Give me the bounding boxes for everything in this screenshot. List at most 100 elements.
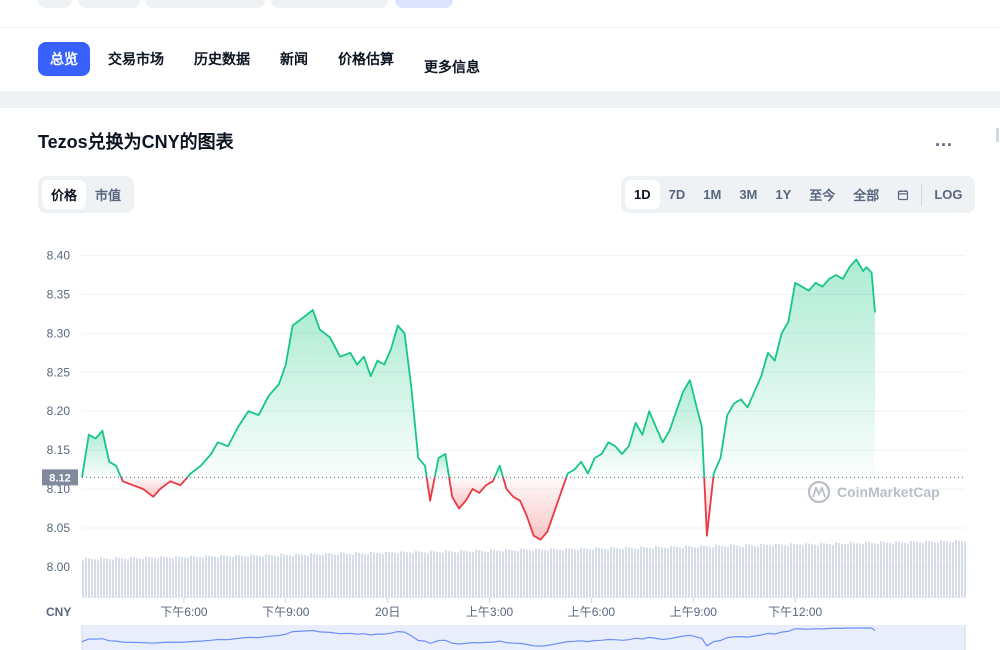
- volume-bar: [496, 550, 498, 598]
- y-tick-label: 8.40: [47, 249, 71, 263]
- range-1m[interactable]: 1M: [694, 180, 730, 209]
- volume-bar: [370, 551, 372, 598]
- volume-bar: [409, 552, 411, 598]
- volume-bar: [895, 541, 897, 598]
- price-line-up: [186, 309, 428, 478]
- navigator-line: [81, 627, 876, 647]
- x-tick-label: 下午6:00: [160, 605, 208, 619]
- volume-bar: [232, 557, 234, 598]
- volume-bar: [526, 549, 528, 598]
- volume-bar: [727, 547, 729, 598]
- volume-bar: [460, 550, 462, 598]
- volume-bar: [673, 546, 675, 598]
- volume-bar: [412, 553, 414, 598]
- volume-bar: [955, 540, 957, 598]
- volume-bar: [715, 544, 717, 598]
- volume-bar: [628, 547, 630, 598]
- volume-bar: [280, 553, 282, 598]
- volume-bar: [643, 546, 645, 598]
- toggle-price[interactable]: 价格: [42, 180, 87, 209]
- volume-bar: [391, 552, 393, 598]
- volume-bar: [493, 550, 495, 598]
- volume-bar: [139, 558, 141, 598]
- volume-bar: [229, 556, 231, 598]
- log-scale-toggle[interactable]: LOG: [925, 180, 971, 209]
- volume-bar: [520, 548, 522, 598]
- volume-bar: [268, 554, 270, 598]
- volume-bar: [85, 557, 87, 598]
- volume-bar: [187, 558, 189, 598]
- volume-bar: [154, 558, 156, 598]
- range-navigator: [81, 625, 966, 650]
- tab-price-estimate[interactable]: 价格估算: [326, 42, 406, 76]
- volume-bar: [277, 556, 279, 598]
- toggle-market-cap[interactable]: 市值: [86, 180, 130, 209]
- volume-bar: [175, 555, 177, 598]
- volume-bar: [244, 556, 246, 598]
- volume-bar: [430, 550, 432, 598]
- volume-bar: [415, 551, 417, 598]
- volume-bar: [733, 545, 735, 598]
- volume-bar: [601, 548, 603, 598]
- x-tick-label: 下午12:00: [768, 605, 822, 619]
- volume-bar: [337, 555, 339, 598]
- volume-bar: [397, 553, 399, 598]
- volume-bar: [679, 547, 681, 598]
- volume-bar: [307, 555, 309, 598]
- volume-bar: [286, 554, 288, 598]
- volume-bar: [874, 543, 876, 598]
- tab-markets[interactable]: 交易市场: [96, 42, 176, 76]
- volume-bar: [901, 542, 903, 598]
- calendar-button[interactable]: [888, 180, 918, 209]
- volume-bar: [580, 547, 582, 598]
- y-tick-label: 8.25: [47, 365, 71, 379]
- tab-overview[interactable]: 总览: [38, 42, 90, 76]
- volume-bar: [898, 541, 900, 598]
- volume-bar: [325, 552, 327, 598]
- volume-bar: [790, 543, 792, 598]
- price-line-up: [493, 464, 504, 478]
- volume-bar: [676, 546, 678, 598]
- range-7d[interactable]: 7D: [660, 180, 695, 209]
- volume-bar: [355, 552, 357, 598]
- volume-bar: [802, 545, 804, 598]
- volume-bar: [103, 557, 105, 598]
- volume-bar: [469, 551, 471, 598]
- price-line-down: [120, 476, 188, 498]
- volume-bar: [877, 543, 879, 598]
- volume-bar: [961, 541, 963, 598]
- volume-bar: [481, 550, 483, 598]
- volume-bar: [619, 548, 621, 598]
- volume-bar: [535, 548, 537, 598]
- watermark-text: CoinMarketCap: [837, 484, 940, 500]
- volume-bar: [907, 543, 909, 598]
- volume-bar: [472, 552, 474, 598]
- more-options-button[interactable]: ...: [935, 130, 953, 151]
- tab-news[interactable]: 新闻: [268, 42, 320, 76]
- volume-bar: [652, 548, 654, 598]
- volume-bar: [952, 542, 954, 598]
- area-down: [426, 477, 435, 501]
- range-ytd[interactable]: 至今: [800, 180, 844, 209]
- volume-bar: [121, 558, 123, 598]
- range-all[interactable]: 全部: [844, 180, 888, 209]
- volume-bar: [565, 547, 567, 598]
- volume-bar: [685, 545, 687, 598]
- volume-bar: [763, 544, 765, 598]
- volume-bar: [250, 554, 252, 598]
- volume-bar: [688, 546, 690, 598]
- volume-bar: [862, 544, 864, 598]
- volume-bar: [490, 549, 492, 598]
- volume-bar: [346, 553, 348, 598]
- top-chip: [145, 0, 265, 8]
- volume-bar: [655, 546, 657, 598]
- tab-historical-data[interactable]: 历史数据: [182, 42, 262, 76]
- volume-bar: [211, 556, 213, 598]
- volume-bar: [478, 550, 480, 598]
- range-1y[interactable]: 1Y: [766, 180, 800, 209]
- range-3m[interactable]: 3M: [730, 180, 766, 209]
- volume-bar: [334, 554, 336, 598]
- volume-bar: [766, 545, 768, 598]
- range-1d[interactable]: 1D: [625, 180, 660, 209]
- tab-more-info[interactable]: 更多信息: [412, 50, 492, 84]
